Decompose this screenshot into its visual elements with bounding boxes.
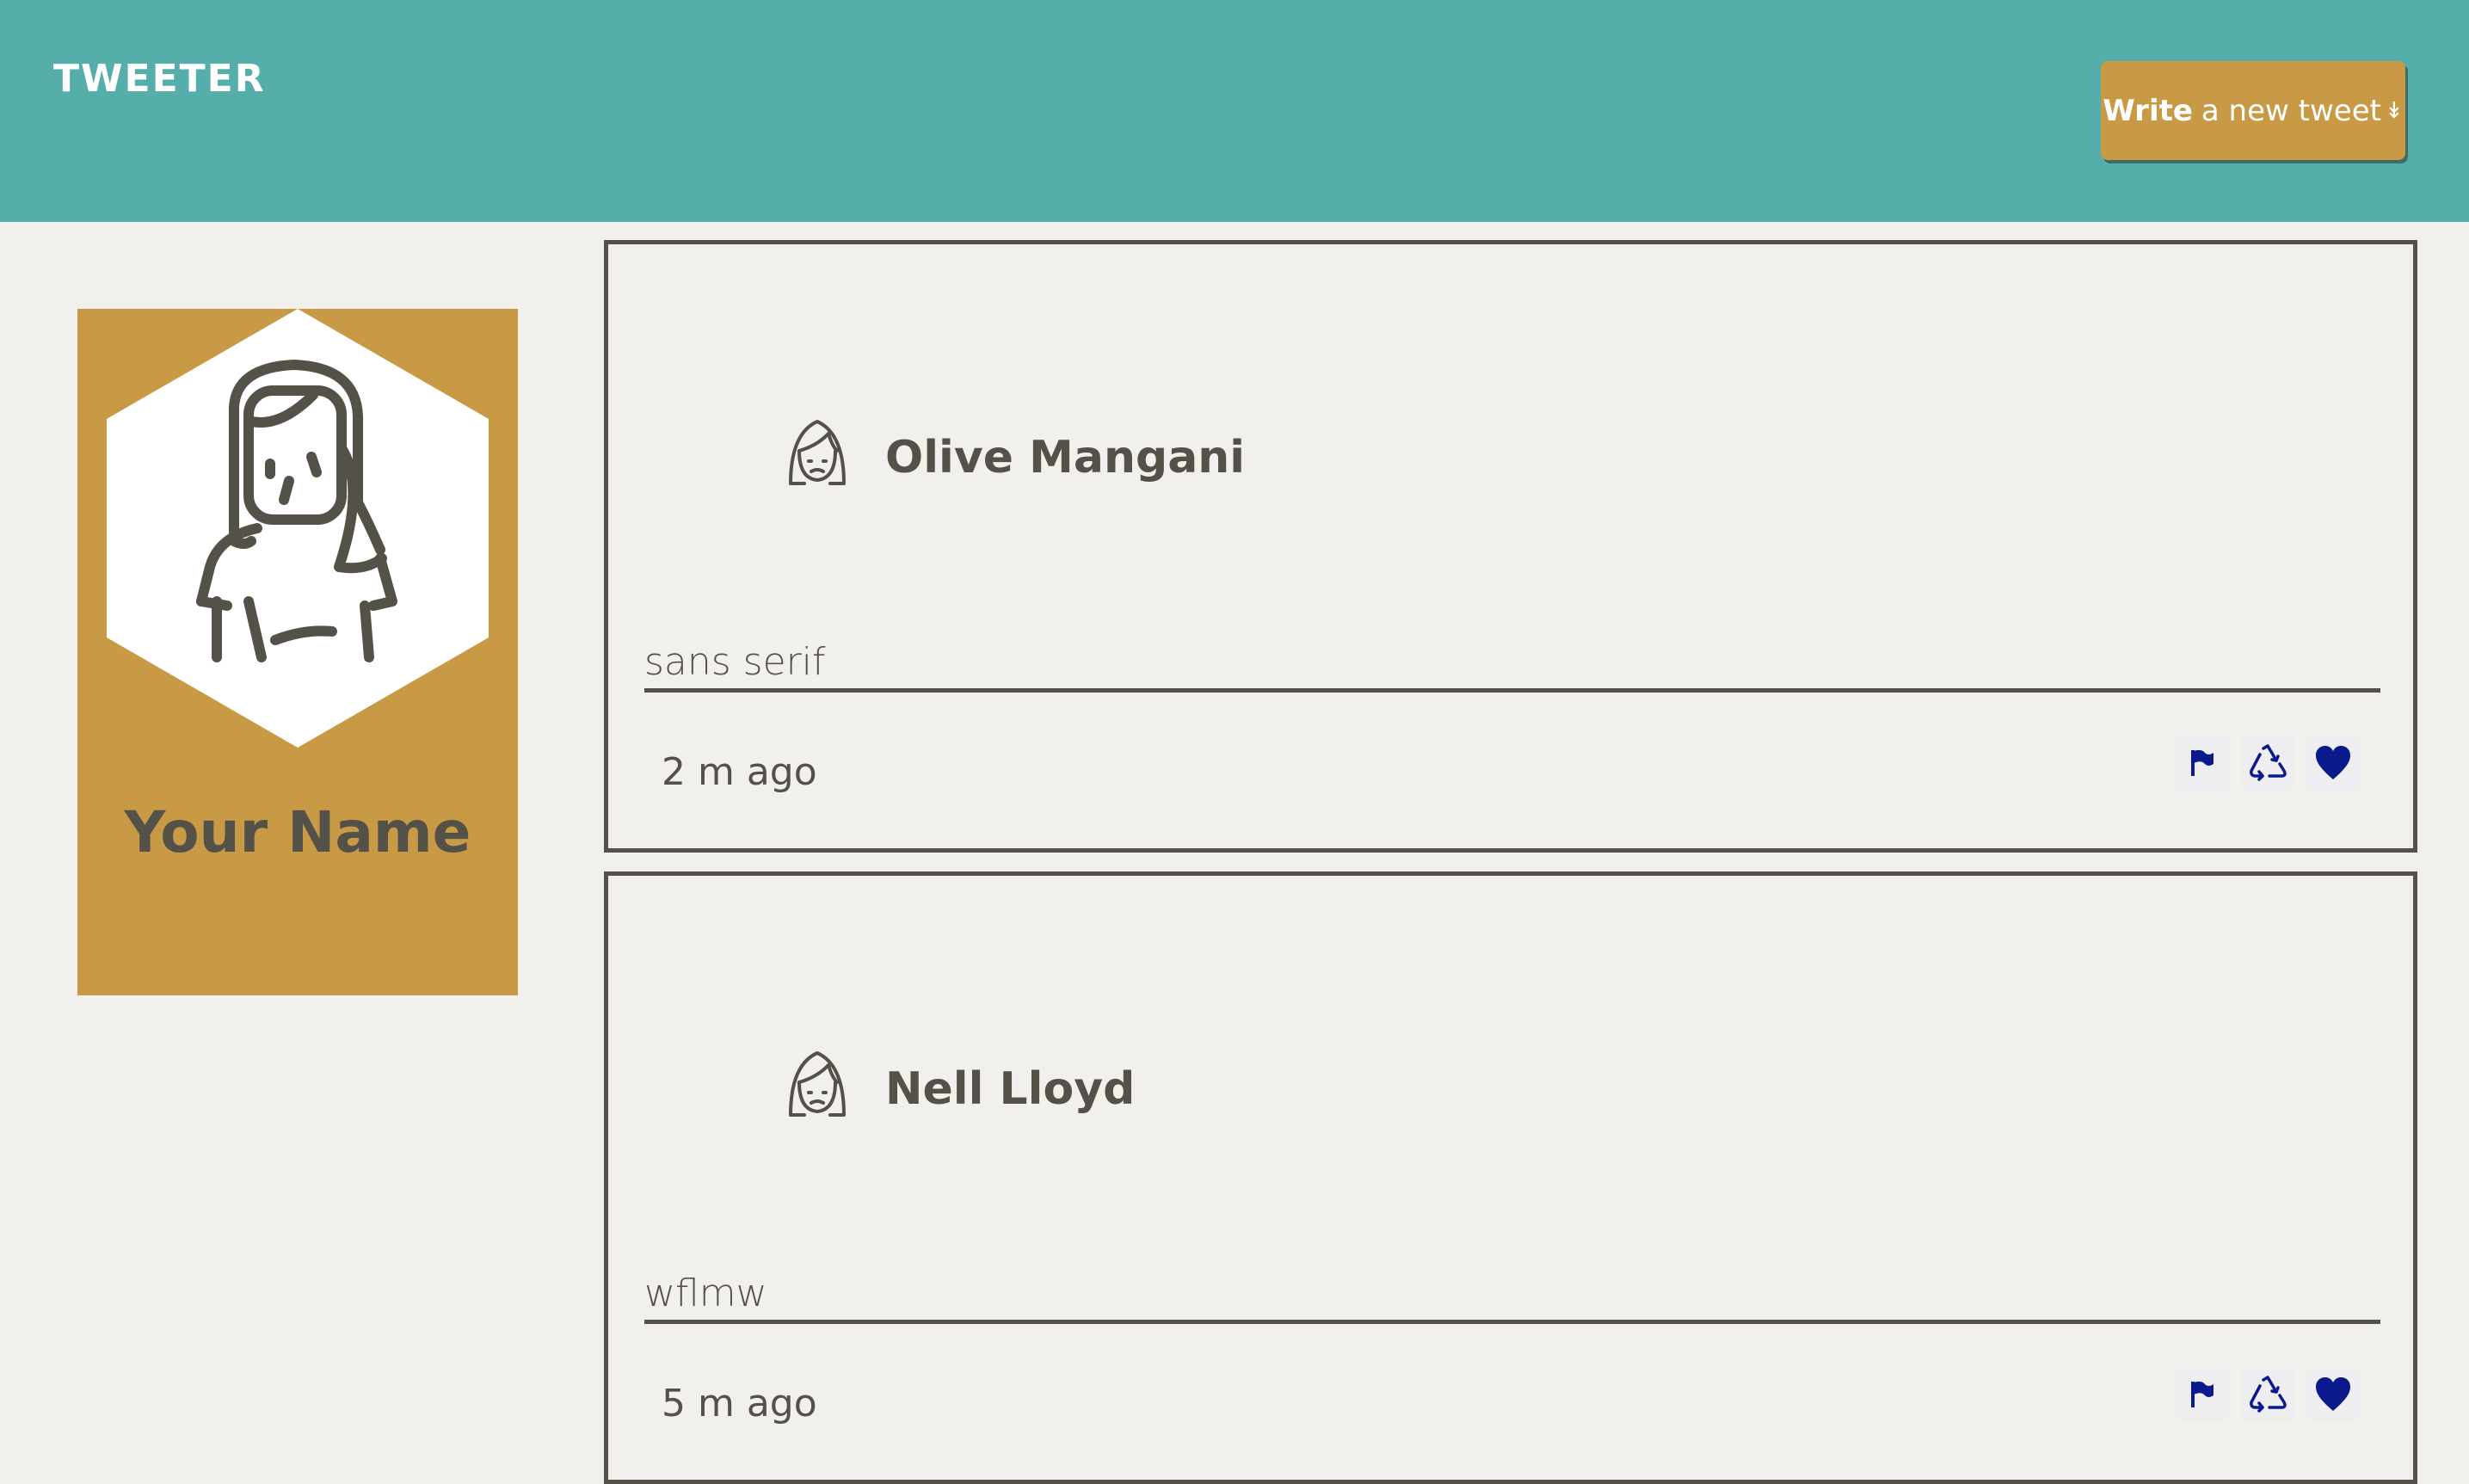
flag-icon [2191,1381,2213,1407]
tweet-timestamp: 5 m ago [662,1382,817,1426]
write-tweet-button-label: a new tweet [2201,93,2381,128]
tweet-card: Olive Mangani sans serif 2 m ago [604,240,2417,853]
profile-name: Your Name [124,799,471,865]
tweet-actions [2176,1368,2360,1421]
write-tweet-button-strong: Write [2103,93,2193,128]
heart-icon [2316,746,2350,779]
write-tweet-button[interactable]: Write a new tweet ↡ [2101,61,2405,160]
heart-icon [2316,1377,2350,1411]
tweet-content: sans serif [644,640,2380,693]
like-button[interactable] [2306,1368,2360,1421]
arrow-down-icon: ↡ [2384,97,2404,124]
tweet-author[interactable]: Olive Mangani [885,432,1245,483]
user-avatar-icon [789,1051,846,1117]
like-button[interactable] [2306,736,2360,790]
tweet-timestamp: 2 m ago [662,750,817,794]
retweet-icon [2250,1376,2287,1413]
tweet-actions [2176,736,2360,790]
top-navbar: TWEETER Write a new tweet ↡ [0,0,2469,222]
profile-card: Your Name [77,309,518,995]
flag-button[interactable] [2176,736,2229,790]
tweet-content: wflmw [644,1272,2380,1324]
flag-button[interactable] [2176,1368,2229,1421]
retweet-icon [2250,744,2287,781]
tweet-card: Nell Lloyd wflmw 5 m ago [604,871,2417,1484]
tweet-author[interactable]: Nell Lloyd [885,1063,1135,1115]
brand-logo[interactable]: TWEETER [53,57,266,101]
user-avatar-icon [789,420,846,485]
retweet-button[interactable] [2241,1368,2294,1421]
profile-avatar [107,309,489,748]
retweet-button[interactable] [2241,736,2294,790]
flag-icon [2191,749,2213,776]
